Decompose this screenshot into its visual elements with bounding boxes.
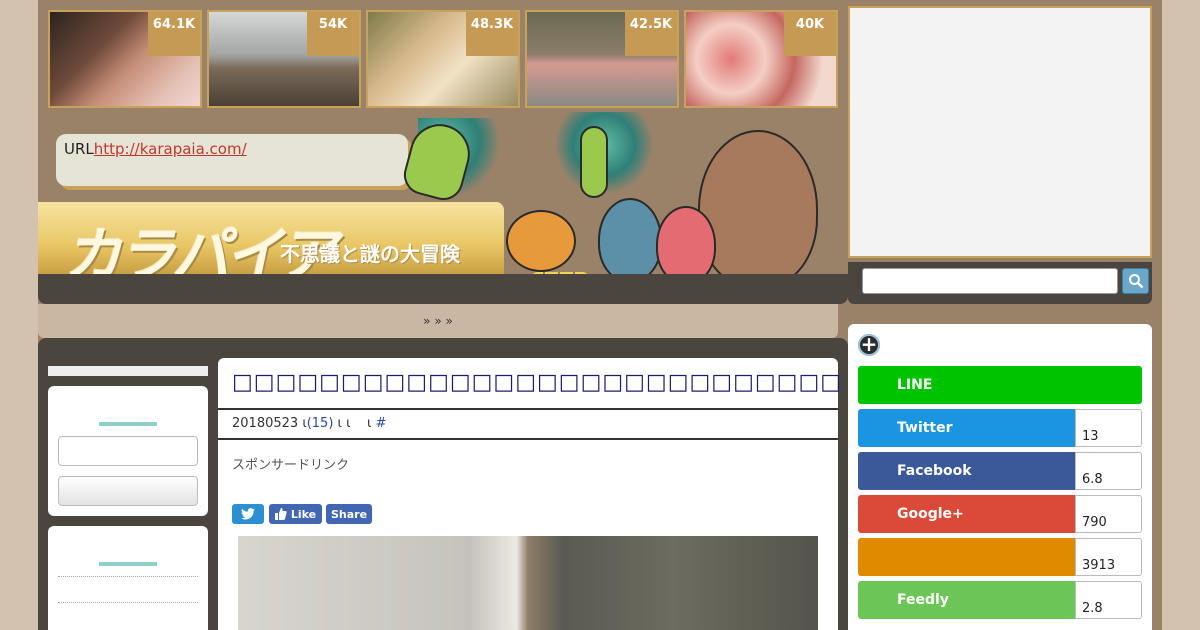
widget-divider (99, 422, 157, 426)
googleplus-share-row[interactable]: Google+ 790 (858, 495, 1142, 533)
facebook-share-count: 6.8 (1075, 452, 1142, 490)
twitter-share-row[interactable]: Twitter 13 (858, 409, 1142, 447)
sidebar-list-widget (48, 526, 208, 630)
search-button[interactable] (1122, 268, 1149, 294)
meta-separator: ι (367, 416, 372, 431)
feedly-follow-button[interactable]: Feedly (858, 581, 1075, 619)
sponsored-link-label: スポンサードリンク (232, 458, 350, 473)
sidebar-button[interactable] (58, 476, 198, 506)
article-image (238, 536, 818, 630)
twitter-bird-icon (241, 508, 255, 520)
list-divider (58, 576, 198, 577)
facebook-share-button[interactable]: Share (326, 504, 372, 524)
blob-character-illustration (698, 130, 818, 288)
view-count-badge: 42.5K (625, 12, 677, 56)
twitter-share-button[interactable]: Twitter (858, 409, 1075, 447)
meta-separator: ι ι (337, 416, 351, 431)
pink-bird-illustration (656, 206, 716, 284)
fairy2-character-illustration (580, 126, 608, 198)
thumbs-up-icon (274, 508, 287, 520)
thumbnail-2[interactable]: 54K (207, 10, 361, 108)
view-count-badge: 64.1K (148, 12, 200, 56)
thumbnail-3[interactable]: 48.3K (366, 10, 520, 108)
facebook-share-row[interactable]: Facebook 6.8 (858, 452, 1142, 490)
meta-divider (218, 438, 838, 440)
view-count-badge: 40K (784, 12, 836, 56)
plus-icon[interactable]: + (858, 334, 880, 356)
googleplus-share-count: 790 (1075, 495, 1142, 533)
article-meta: 20180523 ι(15) ι ι ι # (232, 416, 386, 431)
url-prefix: URL (64, 140, 94, 158)
view-count-badge: 48.3K (466, 12, 518, 56)
widget-divider (99, 562, 157, 566)
search-icon (1128, 274, 1143, 289)
site-url-link[interactable]: http://karapaia.com/ (94, 140, 247, 158)
hatena-share-count: 3913 (1075, 538, 1142, 576)
blue-bird-illustration (598, 198, 662, 282)
hatena-share-row[interactable]: 3913 (858, 538, 1142, 576)
search-input[interactable] (862, 268, 1118, 294)
facebook-like-button[interactable]: Like (269, 504, 322, 524)
view-count-badge: 54K (307, 12, 359, 56)
site-tagline: 不思議と謎の大冒険 (280, 242, 460, 266)
comment-count-link[interactable]: (15) (307, 416, 334, 431)
sidebar-input[interactable] (58, 436, 198, 466)
permalink-hash[interactable]: # (376, 416, 387, 431)
list-divider (58, 602, 198, 603)
googleplus-share-button[interactable]: Google+ (858, 495, 1075, 533)
sidebar-search-widget (48, 386, 208, 516)
title-divider (218, 408, 838, 410)
hatena-share-button[interactable] (858, 538, 1075, 576)
facebook-share-button[interactable]: Facebook (858, 452, 1075, 490)
thumbnail-4[interactable]: 42.5K (525, 10, 679, 108)
article-title[interactable]: □□□□□□□□□□□□□□□□□□□□□□□□□□□□ (232, 370, 842, 395)
article: □□□□□□□□□□□□□□□□□□□□□□□□□□□□ 20180523 ι (… (218, 358, 841, 630)
tweet-button[interactable] (232, 504, 264, 524)
share-label: Share (330, 507, 368, 521)
line-share-row[interactable]: LINE (858, 366, 1142, 404)
feedly-share-row[interactable]: Feedly 2.8 (858, 581, 1142, 619)
line-share-button[interactable]: LINE (858, 366, 1142, 404)
article-date: 20180523 (232, 416, 299, 431)
twitter-share-count: 13 (1075, 409, 1142, 447)
feedly-follower-count: 2.8 (1075, 581, 1142, 619)
thumbnail-1[interactable]: 64.1K (48, 10, 202, 108)
url-bubble: URLhttp://karapaia.com/ (56, 134, 408, 186)
like-label: Like (290, 507, 317, 521)
ad-placeholder (848, 6, 1152, 258)
header-bottom-band (38, 274, 848, 304)
breadcrumb[interactable]: » » » (38, 304, 838, 338)
duck-character-illustration (506, 210, 576, 272)
sidebar-header-strip (48, 366, 208, 376)
thumbnail-5[interactable]: 40K (684, 10, 838, 108)
popular-thumbnails: 64.1K 54K 48.3K 42.5K 40K (48, 10, 838, 108)
